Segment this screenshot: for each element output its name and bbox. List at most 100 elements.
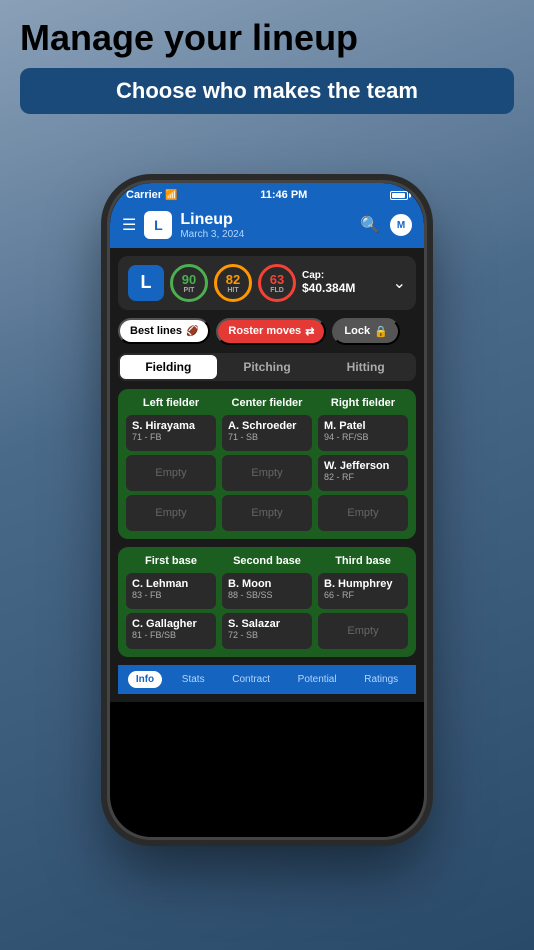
- player-name: M. Patel: [324, 420, 402, 432]
- tab-hitting[interactable]: Hitting: [317, 355, 414, 379]
- first-base-col: First base C. Lehman 83 - FB C. Gallaghe…: [126, 555, 216, 649]
- nav-icons: 🔍 M: [360, 214, 412, 236]
- player-name: S. Salazar: [228, 618, 306, 630]
- player-card-humphrey[interactable]: B. Humphrey 66 - RF: [318, 573, 408, 609]
- subtitle-banner: Choose who makes the team: [20, 68, 514, 114]
- player-card-cf-empty2[interactable]: Empty: [222, 495, 312, 531]
- phone-screen: Carrier 📶 11:46 PM ☰ L Lineup March 3, 2…: [110, 183, 424, 837]
- nav-title: Lineup: [180, 211, 352, 229]
- player-card-lf-empty2[interactable]: Empty: [126, 495, 216, 531]
- player-card-schroeder[interactable]: A. Schroeder 71 - SB: [222, 415, 312, 451]
- page-header: Manage your lineup Choose who makes the …: [0, 0, 534, 124]
- left-field-col: Left fielder S. Hirayama 71 - FB Empty E…: [126, 397, 216, 531]
- player-name: W. Jefferson: [324, 460, 402, 472]
- nav-date: March 3, 2024: [180, 229, 352, 240]
- player-card-cf-empty1[interactable]: Empty: [222, 455, 312, 491]
- right-field-col: Right fielder M. Patel 94 - RF/SB W. Jef…: [318, 397, 408, 531]
- player-sub: 72 - SB: [228, 630, 306, 640]
- main-content: L 90 PIT 82 HIT 63 FLD Cap: $40.384M ⌄: [110, 248, 424, 702]
- outfield-row: Left fielder S. Hirayama 71 - FB Empty E…: [126, 397, 408, 531]
- player-sub: 82 - RF: [324, 472, 402, 482]
- bottom-tab-bar: Info Stats Contract Potential Ratings: [118, 665, 416, 694]
- third-base-col: Third base B. Humphrey 66 - RF Empty: [318, 555, 408, 649]
- tab-pitching[interactable]: Pitching: [219, 355, 316, 379]
- player-card-salazar[interactable]: S. Salazar 72 - SB: [222, 613, 312, 649]
- time-text: 11:46 PM: [260, 189, 307, 201]
- lock-button[interactable]: Lock 🔒: [332, 318, 399, 345]
- status-bar: Carrier 📶 11:46 PM: [110, 183, 424, 205]
- nav-logo: L: [144, 211, 172, 239]
- player-name: S. Hirayama: [132, 420, 210, 432]
- stats-row: L 90 PIT 82 HIT 63 FLD Cap: $40.384M ⌄: [118, 256, 416, 310]
- player-sub: 81 - FB/SB: [132, 630, 210, 640]
- second-base-header: Second base: [222, 555, 312, 567]
- player-card-lehman[interactable]: C. Lehman 83 - FB: [126, 573, 216, 609]
- bottom-tab-contract[interactable]: Contract: [224, 671, 278, 688]
- right-field-header: Right fielder: [318, 397, 408, 409]
- third-base-header: Third base: [318, 555, 408, 567]
- transfer-icon: ⇄: [305, 325, 314, 338]
- empty-label: Empty: [155, 467, 186, 479]
- empty-label: Empty: [251, 467, 282, 479]
- player-card-lf-empty1[interactable]: Empty: [126, 455, 216, 491]
- empty-label: Empty: [155, 507, 186, 519]
- subtitle-text: Choose who makes the team: [116, 78, 418, 103]
- hamburger-icon[interactable]: ☰: [122, 215, 136, 235]
- infield-row: First base C. Lehman 83 - FB C. Gallaghe…: [126, 555, 408, 649]
- hit-circle: 82 HIT: [214, 264, 252, 302]
- cap-value: $40.384M: [302, 281, 387, 295]
- empty-label: Empty: [347, 507, 378, 519]
- best-lines-logo-icon: 🏈: [186, 326, 198, 337]
- second-base-col: Second base B. Moon 88 - SB/SS S. Salaza…: [222, 555, 312, 649]
- bottom-tab-ratings[interactable]: Ratings: [356, 671, 406, 688]
- left-field-header: Left fielder: [126, 397, 216, 409]
- player-card-gallagher[interactable]: C. Gallagher 81 - FB/SB: [126, 613, 216, 649]
- infield-section: First base C. Lehman 83 - FB C. Gallaghe…: [118, 547, 416, 657]
- player-name: C. Gallagher: [132, 618, 210, 630]
- center-field-header: Center fielder: [222, 397, 312, 409]
- empty-label: Empty: [251, 507, 282, 519]
- search-icon[interactable]: 🔍: [360, 215, 380, 235]
- team-logo-box: L: [128, 265, 164, 301]
- player-card-hirayama[interactable]: S. Hirayama 71 - FB: [126, 415, 216, 451]
- player-sub: 71 - SB: [228, 432, 306, 442]
- player-name: B. Moon: [228, 578, 306, 590]
- player-card-3b-empty1[interactable]: Empty: [318, 613, 408, 649]
- battery-indicator: [390, 191, 408, 200]
- bottom-tab-info[interactable]: Info: [128, 671, 162, 688]
- roster-moves-button[interactable]: Roster moves ⇄: [216, 318, 326, 345]
- bottom-tab-potential[interactable]: Potential: [290, 671, 345, 688]
- player-sub: 71 - FB: [132, 432, 210, 442]
- pit-circle: 90 PIT: [170, 264, 208, 302]
- player-card-patel[interactable]: M. Patel 94 - RF/SB: [318, 415, 408, 451]
- player-name: B. Humphrey: [324, 578, 402, 590]
- best-lines-button[interactable]: Best lines 🏈: [118, 318, 210, 344]
- player-name: C. Lehman: [132, 578, 210, 590]
- player-sub: 66 - RF: [324, 590, 402, 600]
- nav-bar: ☰ L Lineup March 3, 2024 🔍 M: [110, 205, 424, 248]
- fld-circle: 63 FLD: [258, 264, 296, 302]
- player-name: A. Schroeder: [228, 420, 306, 432]
- chevron-down-icon[interactable]: ⌄: [393, 273, 406, 293]
- team-avatar[interactable]: M: [390, 214, 412, 236]
- tab-row: Fielding Pitching Hitting: [118, 353, 416, 381]
- action-row: Best lines 🏈 Roster moves ⇄ Lock 🔒: [118, 318, 416, 345]
- carrier-text: Carrier 📶: [126, 189, 178, 201]
- nav-title-block: Lineup March 3, 2024: [180, 211, 352, 240]
- player-card-jefferson[interactable]: W. Jefferson 82 - RF: [318, 455, 408, 491]
- bottom-tab-stats[interactable]: Stats: [174, 671, 213, 688]
- phone-shell: Carrier 📶 11:46 PM ☰ L Lineup March 3, 2…: [107, 180, 427, 840]
- player-sub: 88 - SB/SS: [228, 590, 306, 600]
- first-base-header: First base: [126, 555, 216, 567]
- tab-fielding[interactable]: Fielding: [120, 355, 217, 379]
- empty-label: Empty: [347, 625, 378, 637]
- player-sub: 94 - RF/SB: [324, 432, 402, 442]
- player-card-moon[interactable]: B. Moon 88 - SB/SS: [222, 573, 312, 609]
- cap-block: Cap: $40.384M: [302, 270, 387, 295]
- player-sub: 83 - FB: [132, 590, 210, 600]
- outfield-section: Left fielder S. Hirayama 71 - FB Empty E…: [118, 389, 416, 539]
- cap-label: Cap:: [302, 270, 387, 281]
- page-title: Manage your lineup: [20, 18, 514, 58]
- lock-icon: 🔒: [374, 325, 388, 338]
- player-card-rf-empty1[interactable]: Empty: [318, 495, 408, 531]
